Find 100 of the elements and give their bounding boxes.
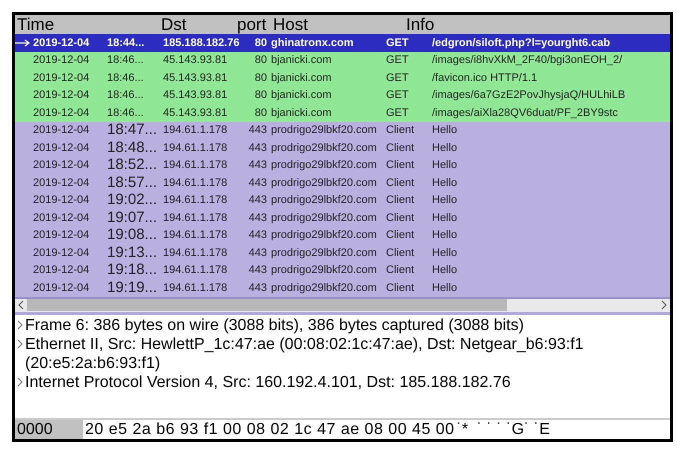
expand-icon[interactable] <box>15 376 25 388</box>
column-header[interactable]: Host <box>273 15 406 34</box>
date-cell-text: 2019-12-04 <box>33 246 90 260</box>
packet-row[interactable]: 2019-12-04 18:46... 45.143.93.81 80 bjanicki.com GET /favicon.ico HTTP/1.1 <box>15 69 670 86</box>
detail-line[interactable]: Frame 6: 386 bytes on wire (3088 bits), 386 bytes captured (3088 bits) <box>25 316 585 334</box>
detail-line[interactable]: Ethernet II, Src: HewlettP_1c:47:ae (00:08:02:1c:47:ae), Dst: Netgear_b6:93:f1 (20:e5:2a:b6:93:f1) <box>25 334 585 372</box>
date-cell-text: 2019-12-04 <box>33 176 90 190</box>
scrollbar-thumb[interactable] <box>27 299 507 311</box>
info-cell-text: Hello <box>432 228 458 243</box>
method-cell-text: Client <box>386 140 416 156</box>
info-cell-text: Hello <box>432 280 458 296</box>
destination-cell-text: 194.61.1.178 <box>163 123 228 138</box>
host-cell-text: prodrigo29lbkf20.com <box>271 228 378 243</box>
host-cell-text: prodrigo29lbkf20.com <box>271 123 378 138</box>
date-cell-text: 2019-12-04 <box>33 123 90 138</box>
info-cell-text: Hello <box>432 210 458 226</box>
column-header[interactable]: Time <box>15 15 161 34</box>
port-cell-text: 80 <box>254 106 268 120</box>
info-cell-text: Hello <box>432 123 458 138</box>
info-cell-text: Hello <box>432 246 458 260</box>
port-cell-text: 443 <box>248 280 268 296</box>
info-cell-text: Hello <box>432 158 458 173</box>
port-cell-text: 443 <box>248 158 268 173</box>
arrow-icon <box>15 38 31 47</box>
info-cell-text: /favicon.ico HTTP/1.1 <box>432 70 538 86</box>
host-cell-text: prodrigo29lbkf20.com <box>271 140 378 156</box>
info-cell-text: Hello <box>432 263 458 278</box>
destination-cell-text: 194.61.1.178 <box>163 280 228 296</box>
time-cell-text: 19:18... <box>107 260 158 280</box>
info-cell-text: /images/i8hvXkM_2F40/bgi3onEOH_2/ <box>432 53 622 68</box>
method-cell-text: Client <box>386 280 416 296</box>
host-cell-text: ghinatronx.com <box>271 36 355 50</box>
destination-cell-text: 194.61.1.178 <box>163 246 228 260</box>
port-cell-text: 443 <box>248 246 268 260</box>
ascii-dump: ˙* ˙ ˙ ˙ ˙G˙ ˙E <box>456 420 550 440</box>
port-cell-text: 80 <box>254 70 268 86</box>
destination-cell-text: 45.143.93.81 <box>163 88 228 103</box>
destination-cell-text: 194.61.1.178 <box>163 228 228 243</box>
packet-row[interactable]: 2019-12-04 18:46... 45.143.93.81 80 bjanicki.com GET /images/i8hvXkM_2F40/bgi3onEOH_2/ <box>15 52 670 69</box>
time-cell-text: 19:02... <box>107 190 158 210</box>
port-cell-text: 443 <box>248 176 268 190</box>
host-cell-text: bjanicki.com <box>271 106 333 120</box>
method-cell-text: Client <box>386 176 416 190</box>
destination-cell-text: 194.61.1.178 <box>163 140 228 156</box>
detail-line[interactable]: Internet Protocol Version 4, Src: 160.192.4.101, Dst: 185.188.182.76 <box>25 372 585 392</box>
destination-cell-text: 194.61.1.178 <box>163 263 228 278</box>
column-header[interactable]: port <box>237 15 273 34</box>
date-cell-text: 2019-12-04 <box>33 210 90 226</box>
date-cell-text: 2019-12-04 <box>33 193 90 208</box>
date-cell-text: 2019-12-04 <box>33 280 90 296</box>
info-cell-text: Hello <box>432 176 458 190</box>
time-cell-text: 19:07... <box>107 208 158 228</box>
packet-row[interactable]: 2019-12-04 18:46... 45.143.93.81 80 bjanicki.com GET /images/aiXla28QV6duat/PF_2BY9stc <box>15 104 670 122</box>
time-cell-text: 18:46... <box>107 53 145 68</box>
date-cell-text: 2019-12-04 <box>33 140 90 156</box>
column-header[interactable]: Dst <box>161 15 237 34</box>
destination-cell-text: 194.61.1.178 <box>163 193 228 208</box>
time-cell-text: 18:46... <box>107 88 145 103</box>
packet-row[interactable]: 2019-12-04 18:46... 45.143.93.81 80 bjanicki.com GET /images/6a7GzE2PovJhysjaQ/HULhiLB <box>15 86 670 104</box>
destination-cell-text: 45.143.93.81 <box>163 70 228 86</box>
host-cell-text: prodrigo29lbkf20.com <box>271 193 378 208</box>
column-header[interactable]: Info <box>406 15 466 34</box>
date-cell-text: 2019-12-04 <box>33 263 90 278</box>
host-cell-text: prodrigo29lbkf20.com <box>271 158 378 173</box>
destination-cell-text: 185.188.182.76 <box>163 36 240 50</box>
host-cell-text: prodrigo29lbkf20.com <box>271 210 378 226</box>
expand-icon[interactable] <box>15 338 25 350</box>
method-cell-text: Client <box>386 210 416 226</box>
host-cell-text: prodrigo29lbkf20.com <box>271 246 378 260</box>
port-cell-text: 80 <box>254 36 268 50</box>
port-cell-text: 443 <box>248 123 268 138</box>
time-cell-text: 18:48... <box>107 138 158 158</box>
method-cell-text: GET <box>386 106 410 120</box>
host-cell-text: prodrigo29lbkf20.com <box>271 176 378 190</box>
time-cell-text: 19:19... <box>107 278 158 298</box>
time-cell-text: 18:47... <box>107 120 158 140</box>
info-cell-text: /images/6a7GzE2PovJhysjaQ/HULhiLB <box>432 88 626 103</box>
method-cell-text: GET <box>386 70 410 86</box>
date-cell-text: 2019-12-04 <box>33 36 90 50</box>
expand-icon[interactable] <box>15 318 25 330</box>
time-cell-text: 18:46... <box>107 70 145 86</box>
destination-cell-text: 45.143.93.81 <box>163 53 228 68</box>
date-cell-text: 2019-12-04 <box>33 228 90 243</box>
host-cell-text: prodrigo29lbkf20.com <box>271 263 378 278</box>
info-cell-text: /images/aiXla28QV6duat/PF_2BY9stc <box>432 106 618 120</box>
time-cell-text: 18:57... <box>107 172 158 192</box>
date-cell-text: 2019-12-04 <box>33 70 90 86</box>
packet-row[interactable]: 2019-12-04 18:44... 185.188.182.76 80 ghinatronx.com GET /edgron/siloft.php?l=yourght6.cab <box>15 34 670 52</box>
time-cell-text: 18:46... <box>107 106 145 120</box>
host-cell-text: prodrigo29lbkf20.com <box>271 280 378 296</box>
time-cell-text: 18:44... <box>107 36 146 50</box>
port-cell-text: 80 <box>254 88 268 103</box>
method-cell-text: GET <box>386 88 410 103</box>
destination-cell-text: 194.61.1.178 <box>163 176 228 190</box>
time-cell-text: 19:08... <box>107 225 158 245</box>
method-cell-text: GET <box>386 36 410 50</box>
port-cell-text: 443 <box>248 140 268 156</box>
info-cell-text: /edgron/siloft.php?l=yourght6.cab <box>432 36 610 50</box>
date-cell-text: 2019-12-04 <box>33 88 90 103</box>
destination-cell-text: 194.61.1.178 <box>163 158 228 173</box>
